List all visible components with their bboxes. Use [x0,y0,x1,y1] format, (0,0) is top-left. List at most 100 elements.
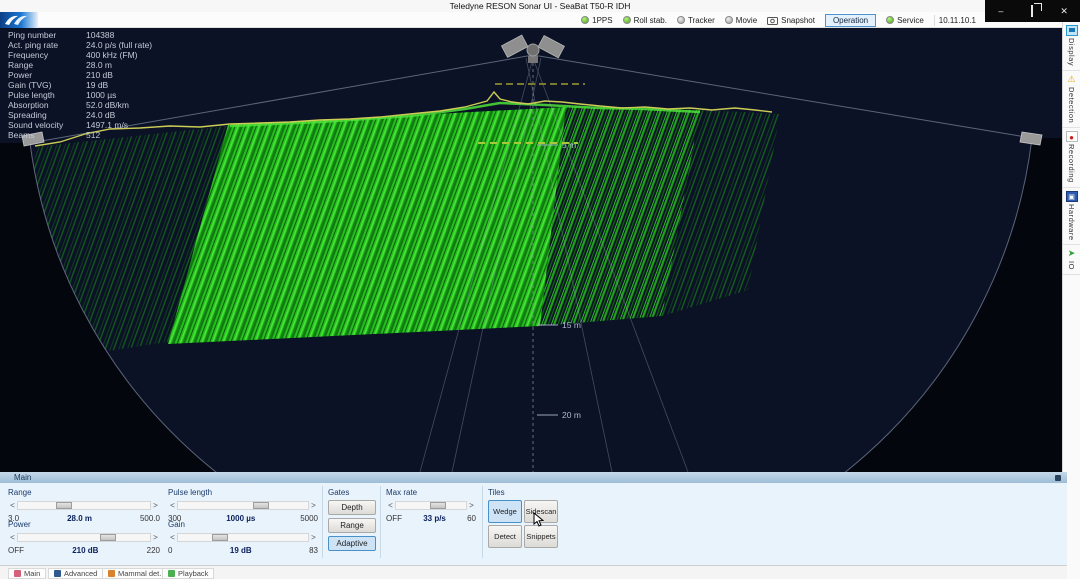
param-row: Frequency400 kHz (FM) [8,50,152,60]
slider-track[interactable] [177,533,309,542]
operation-button[interactable]: Operation [825,14,876,27]
param-row: Pulse length1000 µs [8,90,152,100]
slider-arrow-right-icon[interactable]: > [151,533,160,542]
max-rate-slider[interactable]: < > [386,500,476,511]
slider-arrow-left-icon[interactable]: < [386,501,395,510]
slider-thumb[interactable] [253,502,269,509]
warning-icon: ⚠ [1066,74,1078,85]
param-row: Spreading24.0 dB [8,110,152,120]
power-slider[interactable]: < > [8,532,160,543]
slider-arrow-left-icon[interactable]: < [8,533,17,542]
mammal-det-tab-icon [108,570,115,577]
range-slider-group: Range < > 3.0 28.0 m 500.0 [8,488,160,523]
tab-recording[interactable]: ● Recording [1063,128,1080,188]
param-row: Beams512 [8,130,152,140]
slider-thumb[interactable] [56,502,72,509]
gain-slider[interactable]: < > [168,532,318,543]
hardware-icon: ▣ [1066,191,1078,202]
slider-track[interactable] [17,501,151,510]
advanced-tab-icon [54,570,61,577]
snapshot-button[interactable]: Snapshot [767,16,815,25]
main-toolbar: 1PPS Roll stab. Tracker Movie Snapshot O… [0,12,1080,28]
slider-thumb[interactable] [430,502,446,509]
bottom-tab-mammal-det[interactable]: Mammal det. [102,568,167,579]
indicator-tracker[interactable]: Tracker [677,16,715,25]
tiles-wedge-button[interactable]: Wedge [488,500,522,523]
bottom-tab-advanced[interactable]: Advanced [48,568,103,579]
slider-arrow-left-icon[interactable]: < [168,533,177,542]
tiles-group: Tiles Wedge Sidescan Detect Snippets [488,488,558,548]
sonar-canvas: 5 m 15 m 20 m [0,28,1062,472]
indicator-movie[interactable]: Movie [725,16,757,25]
param-row: Range28.0 m [8,60,152,70]
io-icon: ➤ [1066,248,1078,259]
param-row: Power210 dB [8,70,152,80]
slider-arrow-left-icon[interactable]: < [8,501,17,510]
param-row: Sound velocity1497.1 m/s [8,120,152,130]
led-icon [886,16,894,24]
led-icon [623,16,631,24]
service-button[interactable]: Service [886,16,924,25]
depth-tick-label: 20 m [562,410,581,420]
led-icon [677,16,685,24]
window-controls: – ✕ [985,0,1080,22]
tab-io[interactable]: ➤ IO [1063,245,1080,275]
slider-arrow-right-icon[interactable]: > [467,501,476,510]
camera-icon [767,16,778,25]
max-rate-slider-group: Max rate < > OFF 33 p/s 60 [386,488,476,523]
divider [380,486,381,558]
tab-detection[interactable]: ⚠ Detection [1063,71,1080,128]
slider-thumb[interactable] [212,534,228,541]
restore-icon[interactable] [1022,6,1042,16]
divider [322,486,323,558]
indicator-roll-stab[interactable]: Roll stab. [623,16,667,25]
sonar-parameter-list: Ping number104388 Act. ping rate24.0 p/s… [8,30,152,140]
mouse-cursor [533,512,544,532]
param-row: Gain (TVG)19 dB [8,80,152,90]
slider-track[interactable] [177,501,309,510]
gain-slider-group: Gain < > 0 19 dB 83 [168,520,318,555]
depth-tick-label: 15 m [562,320,581,330]
ip-address[interactable]: 10.11.10.1 [934,15,980,26]
depth-tick-label: 5 m [562,140,576,150]
window-title: Teledyne RESON Sonar UI - SeaBat T50-R I… [450,1,631,11]
range-slider[interactable]: < > [8,500,160,511]
slider-arrow-right-icon[interactable]: > [151,501,160,510]
minimize-icon[interactable]: – [991,6,1011,16]
divider [482,486,483,558]
slider-track[interactable] [395,501,467,510]
gates-range-button[interactable]: Range [328,518,376,533]
param-row: Absorption52.0 dB/km [8,100,152,110]
sonar-wedge-display[interactable]: 5 m 15 m 20 m Ping number104388 Act. pin… [0,28,1062,472]
display-icon [1066,25,1078,36]
record-icon: ● [1066,131,1078,142]
indicator-1pps[interactable]: 1PPS [581,16,612,25]
tab-display[interactable]: Display [1063,22,1080,71]
gates-depth-button[interactable]: Depth [328,500,376,515]
pulse-length-slider-group: Pulse length < > 300 1000 µs 5000 [168,488,318,523]
slider-arrow-right-icon[interactable]: > [309,501,318,510]
gates-adaptive-button[interactable]: Adaptive [328,536,376,551]
tab-hardware[interactable]: ▣ Hardware [1063,188,1080,246]
param-row: Ping number104388 [8,30,152,40]
tiles-detect-button[interactable]: Detect [488,525,522,548]
bottom-tab-playback[interactable]: Playback [162,568,214,579]
param-row: Act. ping rate24.0 p/s (full rate) [8,40,152,50]
gates-group: Gates Depth Range Adaptive [328,488,376,554]
title-bar: Teledyne RESON Sonar UI - SeaBat T50-R I… [0,0,1080,12]
slider-track[interactable] [17,533,151,542]
pulse-length-slider[interactable]: < > [168,500,318,511]
close-icon[interactable]: ✕ [1054,6,1074,17]
slider-arrow-left-icon[interactable]: < [168,501,177,510]
panel-header[interactable]: Main [0,472,1067,483]
led-icon [725,16,733,24]
pin-icon[interactable] [1055,475,1061,481]
playback-tab-icon [168,570,175,577]
power-slider-group: Power < > OFF 210 dB 220 [8,520,160,555]
slider-thumb[interactable] [100,534,116,541]
bottom-tab-strip: Main Advanced Mammal det. Playback [0,565,1067,579]
slider-arrow-right-icon[interactable]: > [309,533,318,542]
bottom-tab-main[interactable]: Main [8,568,46,579]
teledyne-logo-icon [0,12,38,28]
main-tab-icon [14,570,21,577]
